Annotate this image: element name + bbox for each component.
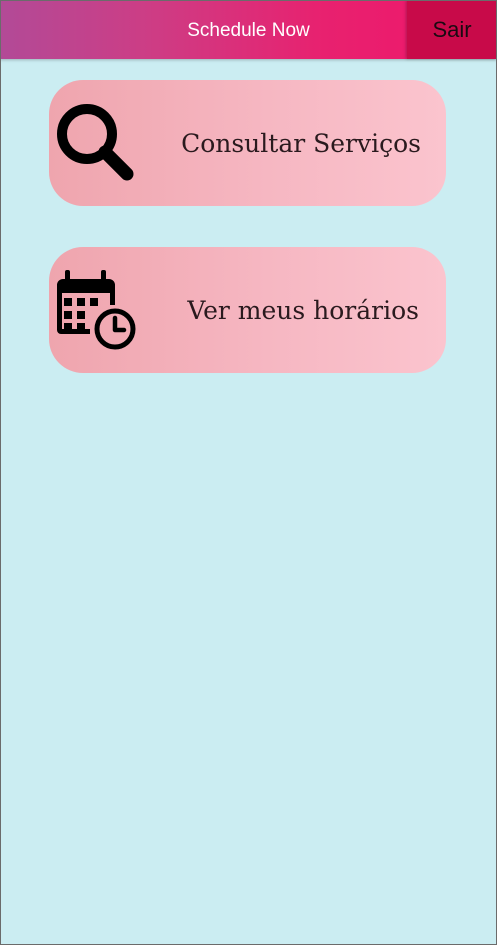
calendar-clock-icon: [57, 270, 136, 350]
app-header: Schedule Now Sair: [0, 0, 497, 59]
logout-button[interactable]: Sair: [407, 0, 497, 59]
consult-services-label: Consultar Serviços: [181, 129, 421, 158]
search-icon: [57, 104, 134, 181]
my-schedules-label: Ver meus horários: [187, 296, 419, 325]
my-schedules-button[interactable]: Ver meus horários: [49, 247, 446, 373]
consult-services-button[interactable]: Consultar Serviços: [49, 80, 446, 206]
